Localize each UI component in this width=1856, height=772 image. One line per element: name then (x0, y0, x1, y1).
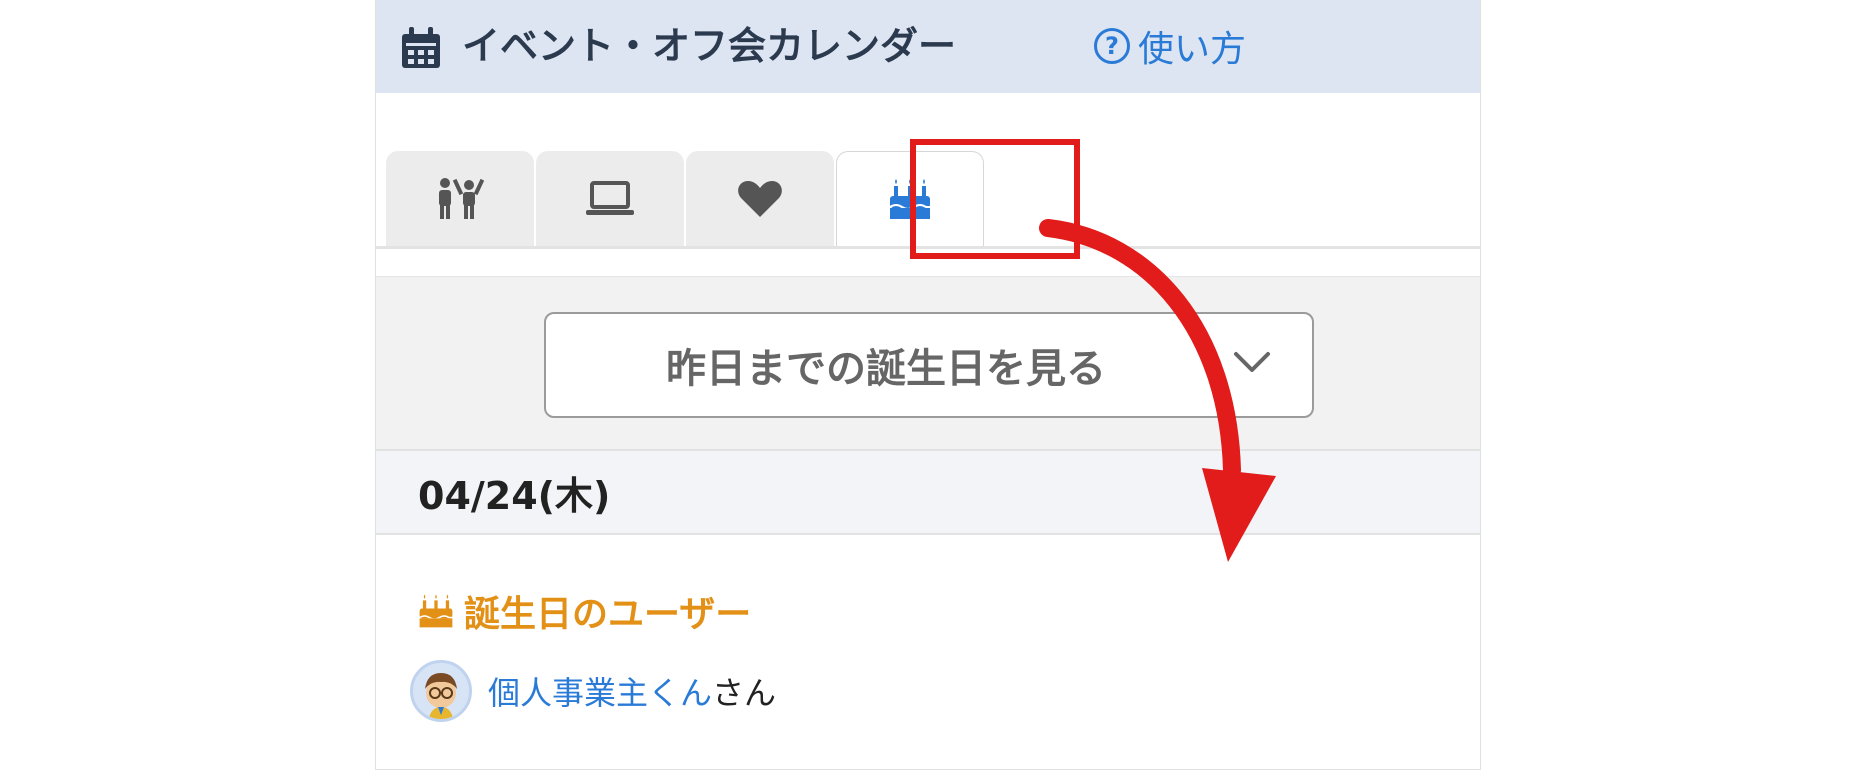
birthday-cake-icon (419, 594, 453, 628)
event-calendar-panel: イベント・オフ会カレンダー ? 使い方 昨日までの誕生日を見る 04/24(木)… (375, 0, 1481, 770)
birthday-cake-icon (889, 179, 930, 219)
birthday-users-heading: 誕生日のユーザー (418, 586, 751, 636)
question-circle-icon: ? (1094, 28, 1130, 64)
dropdown-label: 昨日までの誕生日を見る (666, 346, 1106, 392)
chevron-down-icon (1234, 352, 1270, 372)
people-icon (439, 177, 484, 219)
user-avatar-illustration (425, 673, 457, 719)
calendar-icon (402, 27, 440, 68)
date-heading: 04/24(木) (418, 474, 611, 518)
past-birthdays-dropdown[interactable]: 昨日までの誕生日を見る (544, 312, 1314, 418)
help-label: 使い方 (1138, 29, 1247, 70)
category-tabs (376, 93, 1480, 259)
tab-online-events[interactable] (536, 151, 684, 246)
tab-favorites[interactable] (686, 151, 834, 246)
avatar[interactable] (410, 660, 472, 722)
laptop-icon (586, 180, 634, 215)
user-name-link[interactable]: 個人事業主くん (488, 668, 712, 714)
list-item: 個人事業主くん さん (410, 658, 776, 724)
filter-area: 昨日までの誕生日を見る (376, 276, 1480, 449)
tab-birthdays[interactable] (836, 151, 984, 246)
help-link[interactable]: ? 使い方 (1094, 18, 1246, 74)
user-name-suffix: さん (712, 674, 777, 712)
calendar-header: イベント・オフ会カレンダー ? 使い方 (376, 0, 1480, 93)
page-title: イベント・オフ会カレンダー (462, 24, 957, 68)
tab-offline-events[interactable] (386, 151, 534, 246)
tab-divider (376, 246, 1480, 249)
heart-icon (738, 180, 782, 217)
date-heading-row: 04/24(木) (376, 449, 1480, 535)
birthday-users-title: 誕生日のユーザー (464, 594, 752, 635)
